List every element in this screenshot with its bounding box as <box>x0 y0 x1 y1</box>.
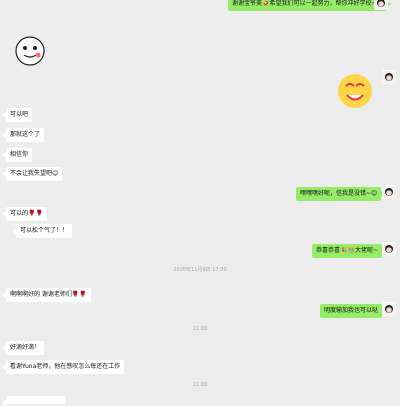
avatar-image <box>374 0 388 10</box>
avatar-image <box>382 71 396 84</box>
avatar-right[interactable] <box>382 70 396 84</box>
timestamp: 2020年11月9日 17:09 <box>173 267 227 273</box>
avatar-right[interactable] <box>382 242 396 256</box>
message-text: 嘿嘿嘿好呢，信我是没错~😊 <box>300 190 378 197</box>
cartoon-face-sticker <box>15 36 45 66</box>
message-bubble-left[interactable]: 可以吧 <box>1 108 33 122</box>
timestamp: 21:03 <box>192 382 208 388</box>
message-text: 好滴好滴！ <box>10 344 41 351</box>
message-bubble-right[interactable]: 嘿嘿嘿好呢，信我是没错~😊 <box>296 187 386 201</box>
avatar-right[interactable] <box>382 302 396 316</box>
message-bubble-left[interactable]: 不会让我失望吧😊 <box>1 167 63 181</box>
message-bubble-right[interactable]: 恭喜恭喜🎉🎊大佬呢~ <box>312 244 386 258</box>
timestamp: 21:03 <box>192 326 208 332</box>
avatar-image <box>382 243 396 256</box>
message-text: 啊啊啊好的 谢谢老师们🌹🌹 <box>10 291 87 298</box>
message-text: 可以的🌹🌹 <box>10 210 43 217</box>
message-bubble-left[interactable] <box>2 396 66 406</box>
message-text: 可以松个气了！！ <box>20 227 69 234</box>
avatar-image <box>382 186 396 199</box>
message-bubble-right[interactable]: 明度输加我也可以哒 <box>320 304 387 318</box>
message-text: 不会让我失望吧😊 <box>10 170 59 177</box>
avatar-right[interactable] <box>382 185 396 199</box>
message-text: 可以吧 <box>10 111 29 118</box>
avatar-image <box>382 303 396 316</box>
message-text: 相信你 <box>10 151 29 158</box>
message-text: 明度输加我也可以哒 <box>324 307 379 314</box>
message-bubble-right[interactable]: 谢谢宝爷美🤣希望我们可以一起努力，帮你冲好学校~😊 <box>228 0 391 11</box>
message-bubble-left[interactable]: 相信你 <box>1 148 33 162</box>
message-bubble-left[interactable]: 啊啊啊好的 谢谢老师们🌹🌹 <box>2 288 91 302</box>
sticker-left[interactable] <box>14 35 46 67</box>
message-text: 看谢Yuna老师，他在感叹怎么每还在工作 <box>10 363 121 370</box>
avatar-right[interactable] <box>374 0 388 10</box>
message-bubble-left[interactable]: 看谢Yuna老师，他在感叹怎么每还在工作 <box>1 360 125 374</box>
laughing-face-sticker <box>338 74 372 108</box>
message-text: 那就这个了 <box>10 131 41 138</box>
message-bubble-left[interactable]: 可以松个气了！！ <box>11 224 73 238</box>
sticker-right[interactable] <box>336 72 374 110</box>
message-bubble-left[interactable]: 那就这个了 <box>1 128 45 142</box>
message-bubble-left[interactable]: 可以的🌹🌹 <box>2 207 47 221</box>
message-bubble-left[interactable]: 好滴好滴！ <box>1 341 45 355</box>
message-text: 谢谢宝爷美🤣希望我们可以一起努力，帮你冲好学校~😊 <box>232 0 383 7</box>
message-text: 恭喜恭喜🎉🎊大佬呢~ <box>316 247 378 254</box>
